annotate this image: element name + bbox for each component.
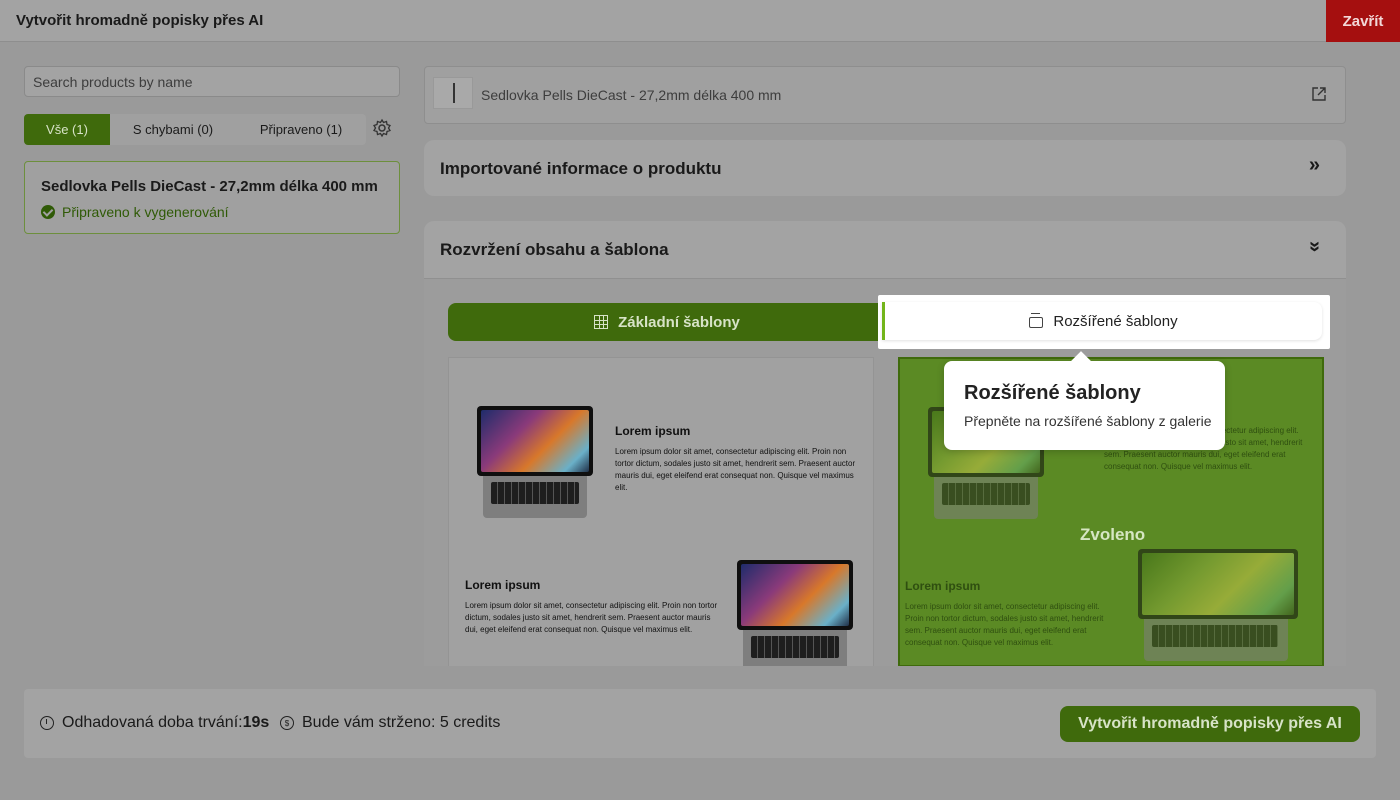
filter-ready[interactable]: Připraveno (1)	[236, 114, 366, 145]
product-status-label: Připraveno k vygenerování	[62, 204, 229, 220]
selected-label: Zvoleno	[1080, 525, 1146, 544]
filter-tabs: Vše (1) S chybami (0) Připraveno (1)	[24, 114, 366, 145]
check-circle-icon	[41, 205, 55, 219]
stopwatch-icon	[40, 716, 54, 730]
top-bar: Vytvořit hromadně popisky přes AI Zavřít	[0, 0, 1400, 42]
tour-tooltip: Rozšířené šablony Přepněte na rozšířené …	[944, 361, 1225, 450]
tab-basic-templates[interactable]: Základní šablony	[448, 303, 886, 341]
template-block-text: Lorem ipsum dolor sit amet, consectetur …	[905, 602, 1104, 647]
external-link-icon[interactable]	[1311, 86, 1327, 102]
tab-advanced-label: Rozšířené šablony	[1053, 312, 1178, 330]
duration-info: Odhadovaná doba trvání:19s	[40, 714, 269, 732]
laptop-image	[1136, 549, 1300, 661]
stack-icon	[1029, 313, 1044, 328]
duration-value: 19s	[242, 714, 270, 731]
dialog-title: Vytvořit hromadně popisky přes AI	[16, 12, 264, 29]
product-thumbnail	[433, 77, 473, 109]
tooltip-title: Rozšířené šablony	[964, 382, 1141, 404]
template-block-title: Lorem ipsum	[465, 578, 541, 592]
template-block-title: Lorem ipsum	[615, 424, 691, 438]
cost-info: $ Bude vám strženo: 5 credits	[280, 714, 500, 732]
duration-label: Odhadovaná doba trvání:	[62, 714, 243, 731]
cost-label: Bude vám strženo: 5 credits	[302, 714, 501, 731]
laptop-image	[475, 406, 595, 518]
template-block-title: Lorem ipsum	[905, 579, 981, 593]
product-name: Sedlovka Pells DieCast - 27,2mm délka 40…	[41, 178, 378, 195]
search-input[interactable]	[24, 66, 400, 97]
product-list-item[interactable]: Sedlovka Pells DieCast - 27,2mm délka 40…	[24, 161, 400, 234]
tooltip-text: Přepněte na rozšířené šablony z galerie	[964, 413, 1212, 429]
close-button[interactable]: Zavřít	[1326, 0, 1400, 42]
grid-icon	[594, 315, 609, 329]
imported-info-panel[interactable]: Importované informace o produktu »	[424, 140, 1346, 196]
template-block-text: Lorem ipsum dolor sit amet, consectetur …	[465, 601, 718, 634]
filter-errors[interactable]: S chybami (0)	[110, 114, 236, 145]
layout-panel-title: Rozvržení obsahu a šablona	[440, 240, 669, 259]
double-chevron-right-icon[interactable]: »	[1309, 154, 1320, 177]
imported-info-title: Importované informace o produktu	[440, 159, 722, 178]
template-block-text: Lorem ipsum dolor sit amet, consectetur …	[615, 447, 856, 492]
footer-bar: Odhadovaná doba trvání:19s $ Bude vám st…	[24, 689, 1376, 758]
template-card-basic[interactable]: Lorem ipsum Lorem ipsum dolor sit amet, …	[448, 357, 874, 666]
product-status: Připraveno k vygenerování	[41, 204, 229, 220]
tab-basic-label: Základní šablony	[618, 313, 740, 331]
laptop-image	[735, 560, 855, 666]
tab-advanced-templates[interactable]: Rozšířené šablony	[882, 302, 1322, 340]
generate-button[interactable]: Vytvořit hromadně popisky přes AI	[1060, 706, 1360, 742]
coin-icon: $	[280, 716, 294, 730]
filter-all[interactable]: Vše (1)	[24, 114, 110, 145]
gear-icon[interactable]	[372, 118, 392, 138]
selected-product-header: Sedlovka Pells DieCast - 27,2mm délka 40…	[424, 66, 1346, 124]
selected-product-name: Sedlovka Pells DieCast - 27,2mm délka 40…	[481, 87, 782, 103]
double-chevron-down-icon[interactable]: »	[1303, 241, 1326, 252]
layout-panel-header[interactable]: Rozvržení obsahu a šablona »	[424, 221, 1346, 279]
